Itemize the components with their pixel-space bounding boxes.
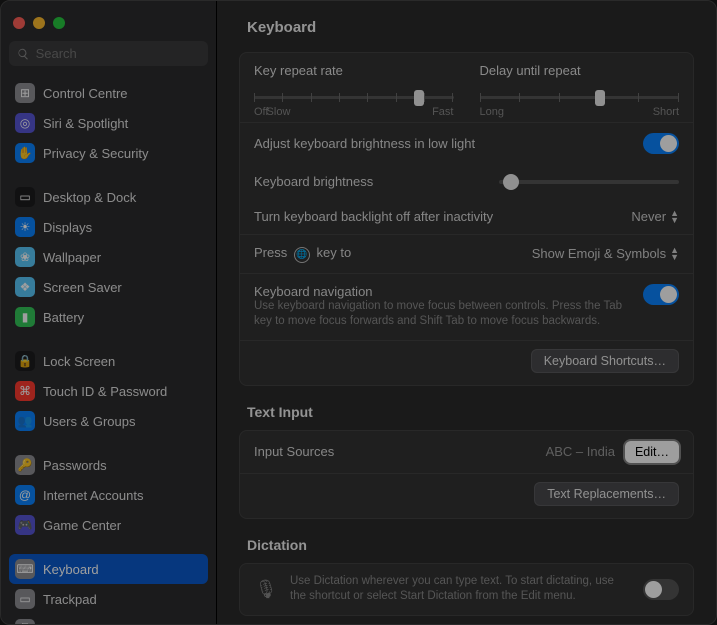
chevron-updown-icon: ▲▼ xyxy=(670,247,679,261)
sidebar-icon: 🎮 xyxy=(15,515,35,535)
sidebar-item-control-centre[interactable]: ⊞ Control Centre xyxy=(9,78,208,108)
chevron-updown-icon: ▲▼ xyxy=(670,210,679,224)
text-input-card: Input Sources ABC – India Edit… Text Rep… xyxy=(239,430,694,519)
sidebar-icon: 🔒 xyxy=(15,351,35,371)
sidebar-icon: 👥 xyxy=(15,411,35,431)
globe-key-dropdown[interactable]: Show Emoji & Symbols ▲▼ xyxy=(532,246,679,261)
sidebar-item-label: Control Centre xyxy=(43,86,128,101)
sidebar-item-label: Touch ID & Password xyxy=(43,384,167,399)
sidebar-icon: ▭ xyxy=(15,589,35,609)
sidebar-item-displays[interactable]: ☀ Displays xyxy=(9,212,208,242)
key-repeat-rate-label: Key repeat rate xyxy=(254,63,454,78)
sidebar-item-label: Lock Screen xyxy=(43,354,115,369)
sidebar-item-label: Passwords xyxy=(43,458,107,473)
main-content: Keyboard Key repeat rate Off Slow Fast xyxy=(217,1,716,624)
sidebar-item-label: Battery xyxy=(43,310,84,325)
window-controls xyxy=(9,9,208,41)
backlight-off-dropdown[interactable]: Never ▲▼ xyxy=(631,209,679,224)
keyboard-navigation-toggle[interactable] xyxy=(643,284,679,305)
input-sources-label: Input Sources xyxy=(254,444,334,459)
sidebar-item-users-groups[interactable]: 👥 Users & Groups xyxy=(9,406,208,436)
delay-until-repeat-label: Delay until repeat xyxy=(480,63,680,78)
sidebar-icon: ⌨ xyxy=(15,559,35,579)
sidebar-icon: ▭ xyxy=(15,187,35,207)
sidebar-item-wallpaper[interactable]: ❀ Wallpaper xyxy=(9,242,208,272)
globe-icon: 🌐 xyxy=(294,247,310,263)
search-icon xyxy=(17,47,30,61)
delay-until-repeat-slider[interactable] xyxy=(480,96,680,99)
dictation-heading: Dictation xyxy=(217,537,716,563)
sidebar-item-battery[interactable]: ▮ Battery xyxy=(9,302,208,332)
input-sources-value: ABC – India xyxy=(546,444,615,459)
sidebar-item-label: Screen Saver xyxy=(43,280,122,295)
sidebar-item-internet-accounts[interactable]: @ Internet Accounts xyxy=(9,480,208,510)
sidebar-icon: ✋ xyxy=(15,143,35,163)
sidebar: ⊞ Control Centre ◎ Siri & Spotlight ✋ Privacy… xyxy=(1,1,217,624)
sidebar-icon: ◎ xyxy=(15,113,35,133)
search-input[interactable] xyxy=(36,46,200,61)
sidebar-item-label: Siri & Spotlight xyxy=(43,116,128,131)
sidebar-icon: ❀ xyxy=(15,247,35,267)
sidebar-item-passwords[interactable]: 🔑 Passwords xyxy=(9,450,208,480)
keyboard-navigation-label: Keyboard navigation xyxy=(254,284,631,299)
edit-input-sources-button[interactable]: Edit… xyxy=(625,441,679,463)
dictation-desc: Use Dictation wherever you can type text… xyxy=(290,574,631,605)
keyboard-settings-card: Key repeat rate Off Slow Fast Delay unti… xyxy=(239,52,694,386)
rate-slow: Slow xyxy=(267,106,291,118)
backlight-off-label: Turn keyboard backlight off after inacti… xyxy=(254,209,493,224)
sidebar-item-label: Wallpaper xyxy=(43,250,101,265)
search-field[interactable] xyxy=(9,41,208,66)
sidebar-item-label: Users & Groups xyxy=(43,414,135,429)
globe-key-value: Show Emoji & Symbols xyxy=(532,246,666,261)
sidebar-item-game-center[interactable]: 🎮 Game Center xyxy=(9,510,208,540)
sidebar-icon: ☀ xyxy=(15,217,35,237)
sidebar-item-trackpad[interactable]: ▭ Trackpad xyxy=(9,584,208,614)
sidebar-icon: ⌘ xyxy=(15,381,35,401)
sidebar-item-siri-spotlight[interactable]: ◎ Siri & Spotlight xyxy=(9,108,208,138)
page-title: Keyboard xyxy=(217,9,716,52)
rate-fast: Fast xyxy=(432,106,453,118)
globe-key-label: Press 🌐 key to xyxy=(254,245,351,263)
sidebar-item-screen-saver[interactable]: ❖ Screen Saver xyxy=(9,272,208,302)
brightness-slider-label: Keyboard brightness xyxy=(254,174,373,189)
text-replacements-button[interactable]: Text Replacements… xyxy=(534,482,679,506)
backlight-off-value: Never xyxy=(631,209,666,224)
sidebar-item-keyboard[interactable]: ⌨ Keyboard xyxy=(9,554,208,584)
sidebar-item-label: Displays xyxy=(43,220,92,235)
delay-long: Long xyxy=(480,106,504,118)
microphone-icon: 🎙 xyxy=(254,579,278,600)
sidebar-item-privacy-security[interactable]: ✋ Privacy & Security xyxy=(9,138,208,168)
sidebar-item-label: Privacy & Security xyxy=(43,146,148,161)
auto-brightness-toggle[interactable] xyxy=(643,133,679,154)
sidebar-item-label: Trackpad xyxy=(43,592,97,607)
sidebar-item-label: Keyboard xyxy=(43,562,99,577)
sidebar-icon: ⊞ xyxy=(15,83,35,103)
sidebar-item-label: Desktop & Dock xyxy=(43,190,136,205)
sidebar-icon: @ xyxy=(15,485,35,505)
dictation-toggle[interactable] xyxy=(643,579,679,600)
sidebar-item-desktop-dock[interactable]: ▭ Desktop & Dock xyxy=(9,182,208,212)
sidebar-item-lock-screen[interactable]: 🔒 Lock Screen xyxy=(9,346,208,376)
keyboard-navigation-desc: Use keyboard navigation to move focus be… xyxy=(254,299,631,330)
sidebar-icon: 🔑 xyxy=(15,455,35,475)
key-repeat-rate-slider[interactable] xyxy=(254,96,454,99)
dictation-card: 🎙 Use Dictation wherever you can type te… xyxy=(239,563,694,616)
brightness-slider[interactable] xyxy=(499,180,679,184)
close-button[interactable] xyxy=(13,17,25,29)
sidebar-item-printers-scanners[interactable]: 🖨 Printers & Scanners xyxy=(9,614,208,624)
sidebar-item-touch-id-password[interactable]: ⌘ Touch ID & Password xyxy=(9,376,208,406)
sidebar-item-label: Game Center xyxy=(43,518,121,533)
sidebar-icon: ❖ xyxy=(15,277,35,297)
sidebar-item-label: Internet Accounts xyxy=(43,488,143,503)
text-input-heading: Text Input xyxy=(217,404,716,430)
keyboard-shortcuts-button[interactable]: Keyboard Shortcuts… xyxy=(531,349,679,373)
delay-short: Short xyxy=(653,106,679,118)
sidebar-item-label: Printers & Scanners xyxy=(43,622,159,625)
sidebar-icon: 🖨 xyxy=(15,619,35,624)
maximize-button[interactable] xyxy=(53,17,65,29)
minimize-button[interactable] xyxy=(33,17,45,29)
sidebar-icon: ▮ xyxy=(15,307,35,327)
auto-brightness-label: Adjust keyboard brightness in low light xyxy=(254,136,475,151)
